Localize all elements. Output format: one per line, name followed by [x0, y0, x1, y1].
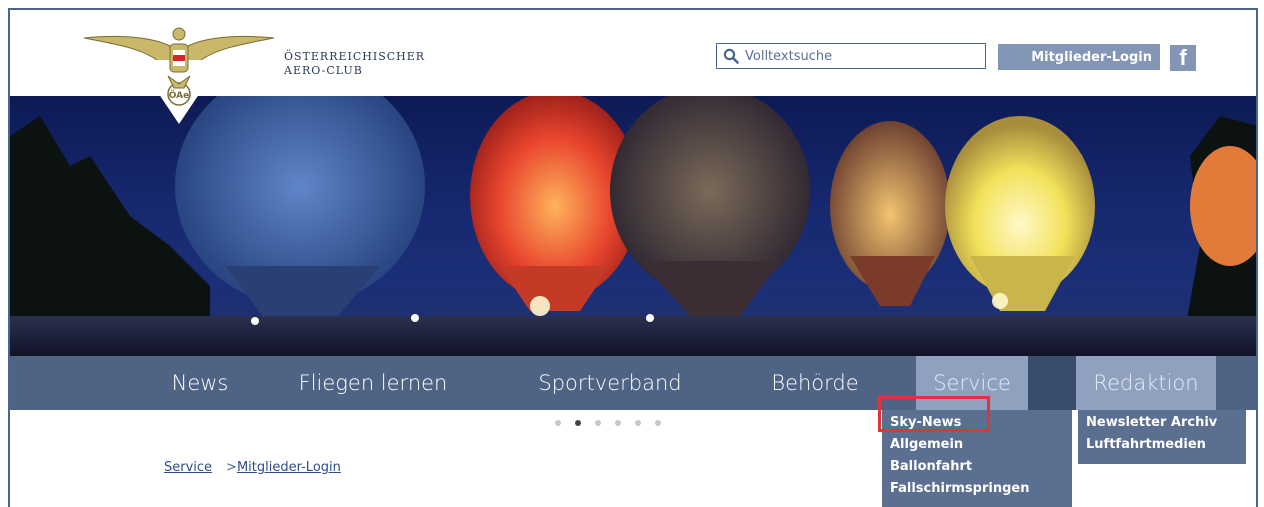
- slider-dot-4[interactable]: [615, 420, 621, 426]
- breadcrumb-link-service[interactable]: Service: [164, 460, 212, 475]
- slider-dot-2[interactable]: [575, 420, 581, 426]
- org-name[interactable]: ÖSTERREICHISCHER AERO-CLUB: [284, 50, 425, 78]
- nav-item-sportverband[interactable]: Sportverband: [530, 356, 690, 410]
- slider-dots: [555, 420, 661, 426]
- breadcrumb: Service >Mitglieder-Login: [164, 460, 341, 475]
- highlight-box: [878, 396, 990, 432]
- search-icon[interactable]: [723, 48, 739, 64]
- slider-dot-5[interactable]: [635, 420, 641, 426]
- page-frame: ÖSTERREICHISCHER AERO-CLUB Mitglieder-Lo…: [8, 8, 1258, 507]
- nav-divider: [1028, 356, 1076, 410]
- breadcrumb-separator: >: [226, 460, 237, 475]
- search-box[interactable]: [716, 43, 986, 69]
- dropdown-item-allgemein[interactable]: Allgemein: [882, 434, 1072, 456]
- dropdown-item-fallschirmspringen[interactable]: Fallschirmspringen: [882, 478, 1072, 500]
- breadcrumb-link-mitglieder-login[interactable]: Mitglieder-Login: [237, 460, 341, 475]
- nav-item-behoerde[interactable]: Behörde: [760, 356, 870, 410]
- dropdown-item-luftfahrtmedien[interactable]: Luftfahrtmedien: [1078, 434, 1246, 456]
- slider-dot-6[interactable]: [655, 420, 661, 426]
- slider-dot-1[interactable]: [555, 420, 561, 426]
- eagle-logo-icon: ÖAe: [83, 27, 275, 124]
- facebook-icon[interactable]: f: [1170, 45, 1196, 71]
- svg-text:ÖAe: ÖAe: [169, 90, 189, 101]
- nav-item-fliegen-lernen[interactable]: Fliegen lernen: [288, 356, 458, 410]
- site-logo[interactable]: ÖAe: [83, 24, 275, 144]
- member-login-button[interactable]: Mitglieder-Login: [998, 44, 1160, 70]
- org-name-line1: ÖSTERREICHISCHER: [284, 50, 426, 63]
- redaktion-dropdown: Newsletter Archiv Luftfahrtmedien: [1078, 410, 1246, 464]
- nav-item-redaktion[interactable]: Redaktion: [1076, 356, 1216, 410]
- main-navigation: News Fliegen lernen Sportverband Behörde…: [10, 356, 1256, 410]
- dropdown-item-newsletter-archiv[interactable]: Newsletter Archiv: [1078, 412, 1246, 434]
- search-input[interactable]: [745, 48, 975, 64]
- nav-item-news[interactable]: News: [160, 356, 240, 410]
- dropdown-item-ballonfahrt[interactable]: Ballonfahrt: [882, 456, 1072, 478]
- slider-dot-3[interactable]: [595, 420, 601, 426]
- org-name-line2: AERO-CLUB: [284, 64, 363, 77]
